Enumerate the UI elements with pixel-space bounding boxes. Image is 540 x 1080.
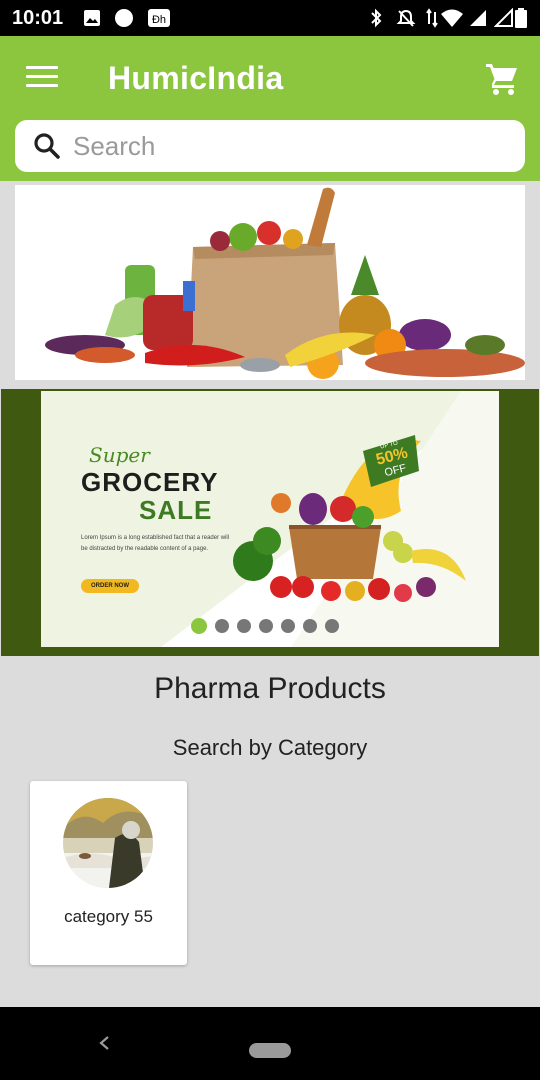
cart-icon[interactable] bbox=[484, 60, 520, 96]
search-icon[interactable] bbox=[33, 132, 61, 160]
back-icon[interactable] bbox=[93, 1031, 115, 1055]
signal-icon bbox=[470, 10, 486, 26]
menu-icon-bar bbox=[26, 75, 58, 78]
carousel-dot[interactable] bbox=[281, 618, 295, 633]
search-bar bbox=[15, 120, 525, 172]
app-bar: HumicIndia bbox=[0, 36, 540, 181]
promo-heading-line1: GROCERY bbox=[81, 467, 219, 497]
category-image bbox=[63, 798, 153, 888]
category-card[interactable]: category 55 bbox=[30, 781, 187, 965]
carousel-dot[interactable] bbox=[303, 618, 317, 633]
battery-icon bbox=[515, 8, 527, 28]
home-pill[interactable] bbox=[249, 1043, 291, 1058]
promo-background bbox=[161, 391, 499, 647]
promo-slide: Super GROCERY SALE Lorem Ipsum is a long… bbox=[41, 391, 499, 647]
page-title: Pharma Products bbox=[154, 672, 386, 705]
grocery-bag-banner[interactable] bbox=[15, 185, 525, 380]
promo-body-text: Lorem Ipsum is a long established fact t… bbox=[81, 535, 230, 552]
svg-text:Đh: Đh bbox=[152, 14, 166, 26]
bluetooth-icon bbox=[371, 8, 382, 28]
category-photo bbox=[63, 798, 153, 888]
carousel-indicator bbox=[191, 617, 347, 634]
promo-heading-script: Super bbox=[89, 443, 150, 467]
carousel-dot[interactable] bbox=[325, 618, 339, 633]
carousel-dot[interactable] bbox=[215, 618, 229, 633]
data-arrows-icon bbox=[426, 8, 438, 28]
promo-heading-line2: SALE bbox=[139, 495, 213, 525]
wifi-icon bbox=[441, 9, 463, 27]
menu-icon-bar bbox=[26, 84, 58, 87]
carousel-dot[interactable] bbox=[237, 618, 251, 633]
app-title: HumicIndia bbox=[108, 60, 284, 96]
status-bar: 10:01 Đh bbox=[0, 0, 540, 36]
order-now-button[interactable]: ORDER NOW bbox=[81, 579, 139, 593]
menu-button[interactable] bbox=[26, 66, 58, 90]
system-nav-bar bbox=[0, 1007, 540, 1080]
section-subtitle: Search by Category bbox=[172, 735, 368, 760]
promo-carousel[interactable]: Super GROCERY SALE Lorem Ipsum is a long… bbox=[1, 389, 539, 656]
category-label: category 55 bbox=[64, 907, 153, 926]
notifications-off-icon bbox=[396, 9, 416, 27]
signal-2-icon bbox=[494, 8, 513, 27]
status-time: 10:01 bbox=[12, 7, 64, 29]
image-icon bbox=[84, 10, 100, 26]
search-input[interactable] bbox=[73, 130, 503, 162]
circle-icon bbox=[115, 9, 133, 27]
app-badge-icon: Đh bbox=[148, 9, 170, 27]
grocery-bag-illustration bbox=[15, 185, 525, 380]
menu-icon-bar bbox=[26, 66, 58, 69]
carousel-dot[interactable] bbox=[191, 617, 207, 634]
carousel-dot[interactable] bbox=[259, 618, 273, 633]
